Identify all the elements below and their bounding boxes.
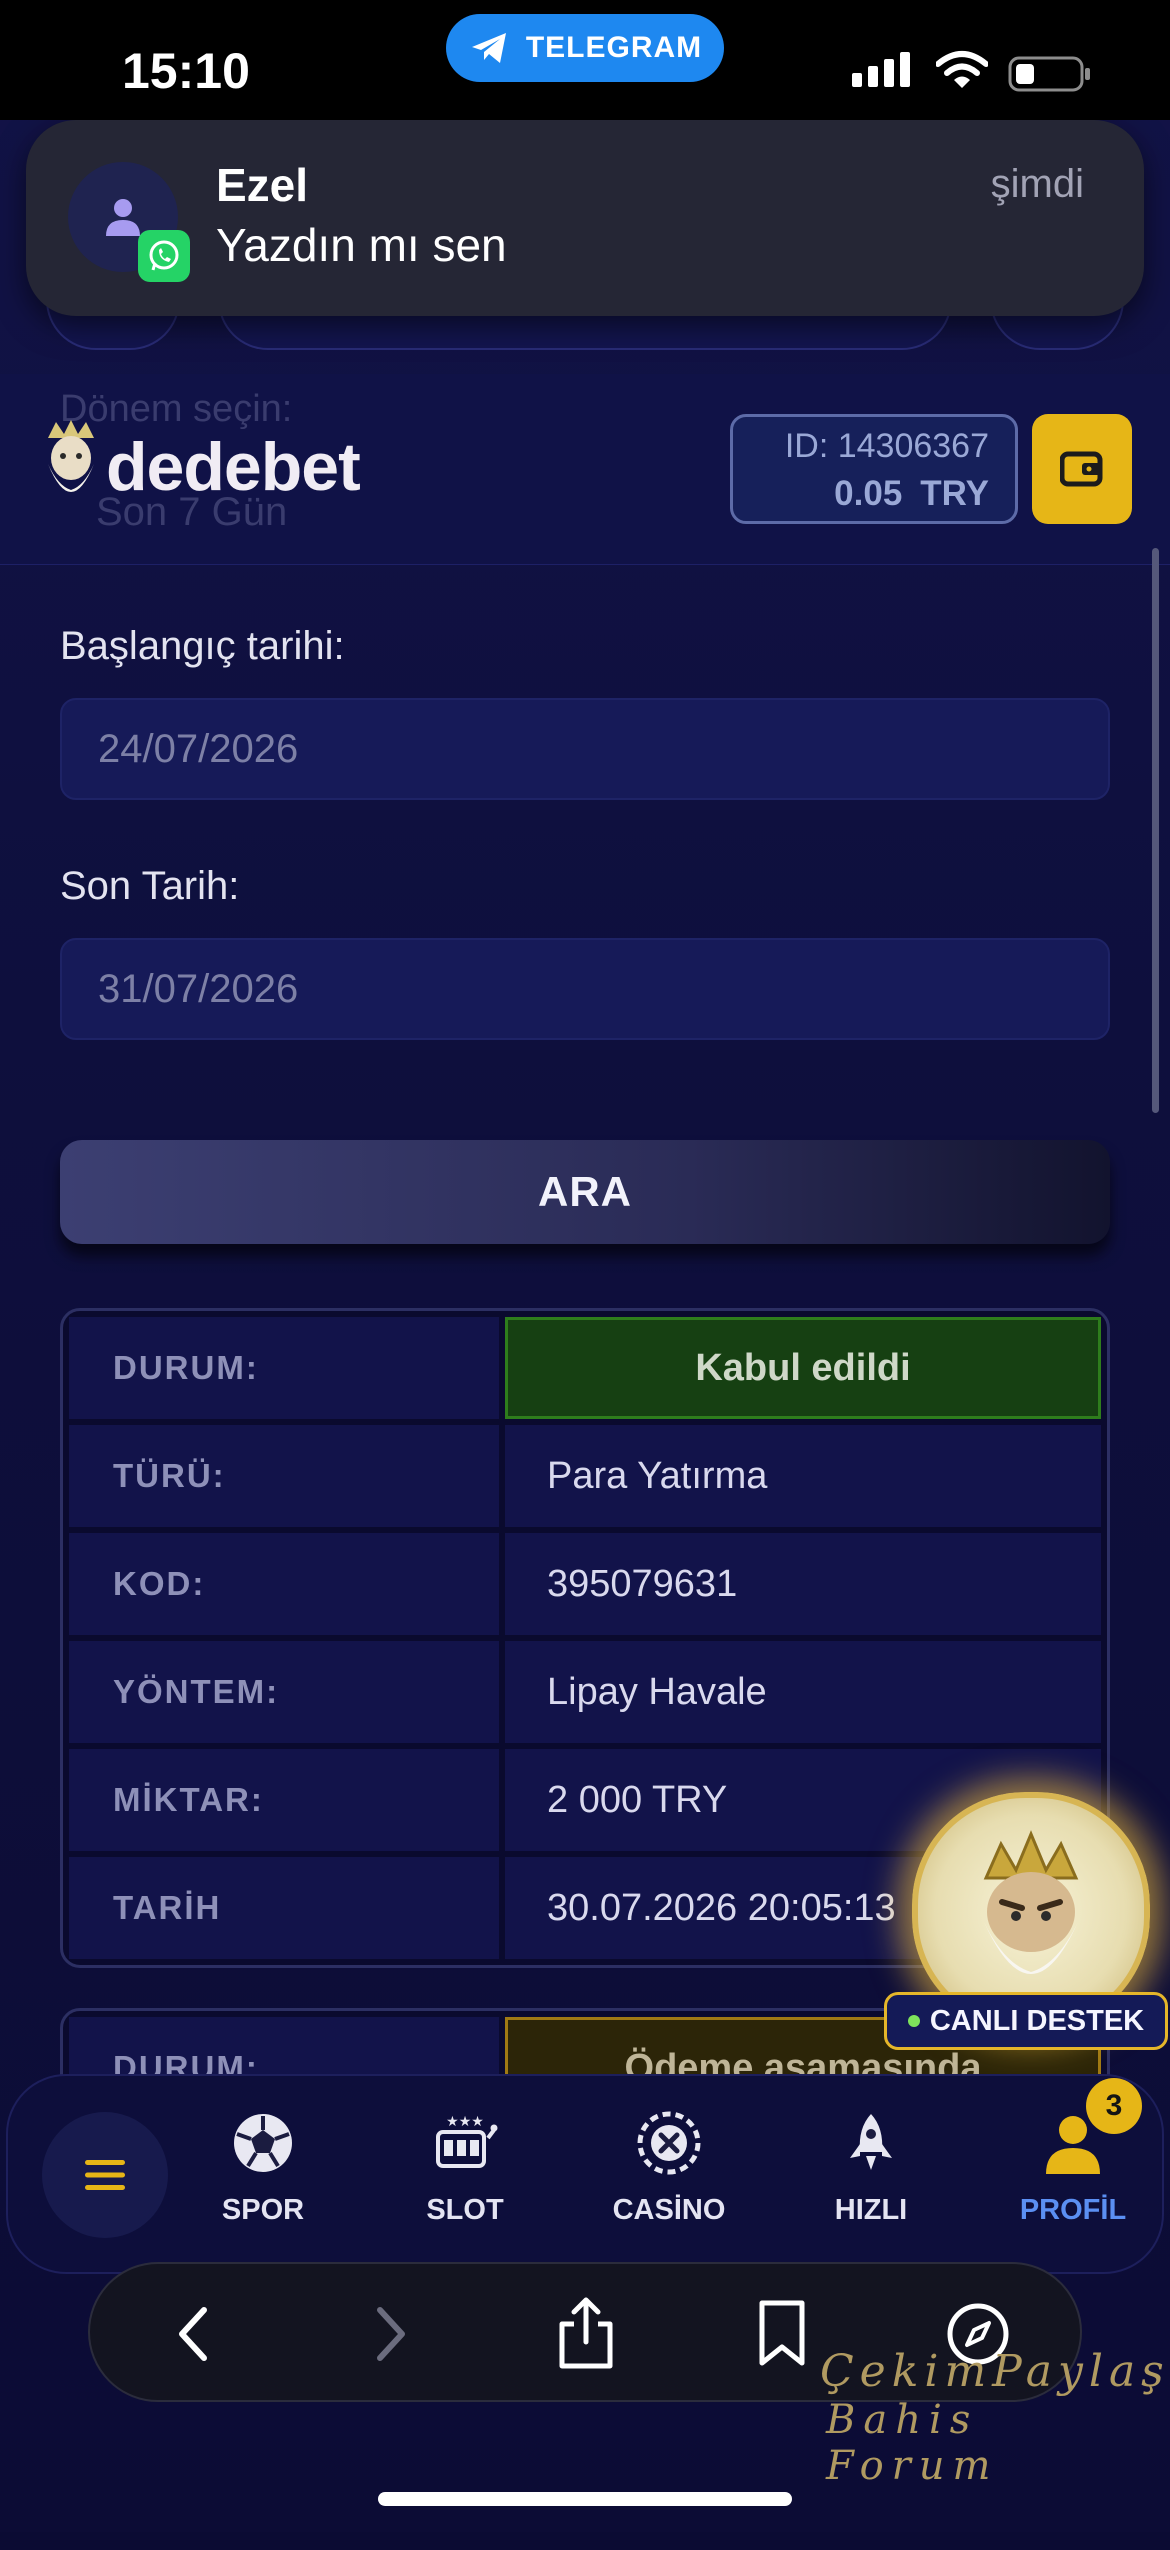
nav-profile-label: PROFİL bbox=[1019, 2194, 1127, 2226]
person-icon bbox=[106, 199, 140, 236]
share-icon bbox=[559, 2297, 613, 2369]
telegram-icon bbox=[471, 33, 506, 63]
telegram-return-pill[interactable]: TELEGRAM bbox=[446, 14, 724, 82]
search-button[interactable]: ARA bbox=[60, 1140, 1110, 1244]
start-date-label: Başlangıç tarihi: bbox=[60, 624, 345, 668]
watermark-line-2: Bahis Forum bbox=[826, 2397, 999, 2489]
rocket-icon bbox=[850, 2114, 892, 2170]
forward-icon bbox=[377, 2307, 405, 2361]
type-value: Para Yatırma bbox=[505, 1425, 1101, 1527]
nav-fast-label: HIZLI bbox=[834, 2194, 908, 2226]
back-icon bbox=[179, 2307, 207, 2361]
table-row: DURUM: Kabul edildi bbox=[69, 1317, 1101, 1419]
online-dot-icon bbox=[907, 2015, 920, 2027]
watermark-line-1: ÇekimPaylaş bbox=[820, 2346, 1170, 2397]
nav-sport[interactable]: SPOR bbox=[198, 2110, 328, 2227]
battery-icon bbox=[1008, 56, 1090, 92]
date-key: TARİH bbox=[69, 1857, 499, 1959]
profile-notification-badge: 3 bbox=[1086, 2078, 1142, 2134]
nav-slot-label: SLOT bbox=[426, 2194, 504, 2226]
balance-currency: TRY bbox=[920, 474, 989, 513]
site-logo[interactable]: dedebet bbox=[40, 420, 361, 514]
status-badge: Kabul edildi bbox=[505, 1317, 1101, 1419]
hamburger-icon bbox=[85, 2160, 125, 2190]
bookmarks-icon bbox=[759, 2300, 805, 2366]
wifi-icon bbox=[936, 51, 988, 88]
nav-fast[interactable]: HIZLI bbox=[806, 2110, 936, 2227]
bottom-navigation: SPOR ★★★ SLOT CASİNO HIZLI PROFİL bbox=[6, 2074, 1164, 2274]
king-mascot-icon bbox=[48, 420, 94, 492]
wallet-button[interactable] bbox=[1032, 414, 1132, 524]
status-key: DURUM: bbox=[69, 1317, 499, 1419]
clock: 15:10 bbox=[122, 43, 250, 99]
balance-line: 0.05 TRY bbox=[733, 474, 989, 514]
forum-watermark: ÇekimPaylaş Bahis Forum bbox=[820, 2346, 1170, 2489]
status-bar: 15:10 TELEGRAM bbox=[0, 0, 1170, 120]
method-value: Lipay Havale bbox=[505, 1641, 1101, 1743]
notification-sender: Ezel bbox=[216, 159, 309, 211]
live-support-label: CANLI DESTEK bbox=[929, 2004, 1145, 2037]
type-key: TÜRÜ: bbox=[69, 1425, 499, 1527]
telegram-label: TELEGRAM bbox=[525, 31, 703, 64]
start-date-input[interactable]: 24/07/2026 bbox=[60, 698, 1110, 800]
balance-amount: 0.05 bbox=[834, 474, 903, 513]
table-row: YÖNTEM: Lipay Havale bbox=[69, 1641, 1101, 1743]
nav-casino-label: CASİNO bbox=[612, 2194, 726, 2226]
home-indicator[interactable] bbox=[378, 2492, 792, 2506]
code-value: 395079631 bbox=[505, 1533, 1101, 1635]
page-scrollbar[interactable] bbox=[1152, 548, 1159, 1113]
whatsapp-badge bbox=[138, 230, 190, 282]
svg-text:★★★: ★★★ bbox=[446, 2114, 484, 2130]
back-button[interactable] bbox=[152, 2292, 236, 2376]
end-date-label: Son Tarih: bbox=[60, 864, 240, 908]
menu-button[interactable] bbox=[42, 2112, 168, 2238]
notification-time: şimdi bbox=[990, 162, 1084, 206]
live-support-badge[interactable]: CANLI DESTEK bbox=[884, 1992, 1168, 2050]
logo-text: dedebet bbox=[106, 429, 361, 505]
account-balance-box[interactable]: ID: 14306367 0.05 TRY bbox=[730, 414, 1018, 524]
code-key: KOD: bbox=[69, 1533, 499, 1635]
cellular-signal-icon bbox=[852, 52, 910, 87]
soccer-ball-icon bbox=[234, 2114, 292, 2172]
whatsapp-notification[interactable]: Ezel Yazdın mı sen şimdi bbox=[26, 120, 1144, 316]
end-date-input[interactable]: 31/07/2026 bbox=[60, 938, 1110, 1040]
nav-casino[interactable]: CASİNO bbox=[604, 2110, 734, 2227]
nav-sport-label: SPOR bbox=[221, 2194, 305, 2226]
table-row: KOD: 395079631 bbox=[69, 1533, 1101, 1635]
roulette-chip-icon bbox=[637, 2111, 701, 2175]
notification-message: Yazdın mı sen bbox=[216, 219, 507, 271]
method-key: YÖNTEM: bbox=[69, 1641, 499, 1743]
nav-slot[interactable]: ★★★ SLOT bbox=[400, 2110, 530, 2227]
amount-key: MİKTAR: bbox=[69, 1749, 499, 1851]
wallet-icon bbox=[1060, 451, 1103, 487]
forward-button[interactable] bbox=[348, 2292, 432, 2376]
account-id: ID: 14306367 bbox=[784, 427, 989, 465]
bookmarks-button[interactable] bbox=[740, 2292, 824, 2376]
slot-machine-icon: ★★★ bbox=[436, 2114, 498, 2168]
share-button[interactable] bbox=[544, 2292, 628, 2376]
table-row: TÜRÜ: Para Yatırma bbox=[69, 1425, 1101, 1527]
whatsapp-icon bbox=[149, 240, 179, 271]
king-mascot-icon bbox=[983, 1830, 1079, 1974]
